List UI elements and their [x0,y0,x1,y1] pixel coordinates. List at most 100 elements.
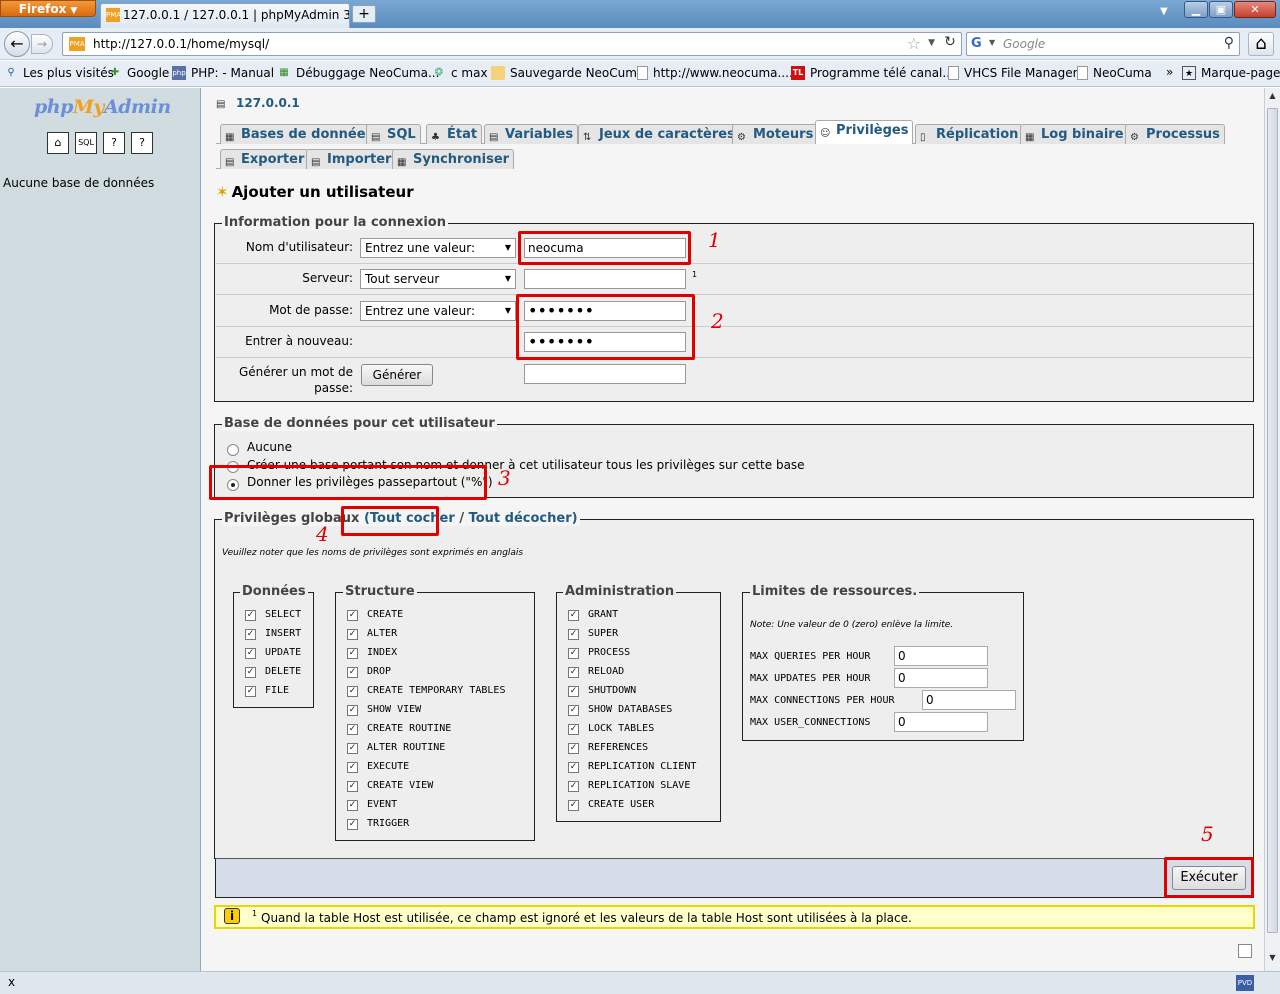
bookmarks-menu[interactable]: ★ Marque-pages [1182,66,1280,80]
bookmark-label: Google [127,66,170,80]
tab-export[interactable]: ▤ Exporter [220,149,310,169]
privilege-checkbox[interactable]: ✓ [347,781,358,792]
bookmark-item[interactable]: ▦ Débuggage NeoCuma... [277,66,439,80]
tab-replication[interactable]: ▯ Réplication [915,124,1024,144]
documentation-icon[interactable]: ? [131,132,153,154]
tab-databases[interactable]: ▦ Bases de données [220,124,379,144]
limits-note: Note: Une valeur de 0 (zero) enlève la l… [750,620,954,630]
privilege-checkbox[interactable]: ✓ [245,648,256,659]
bookmark-item[interactable]: ❂ c max [432,66,488,80]
max-queries-input[interactable]: 0 [894,646,988,666]
server-input[interactable] [524,269,686,289]
privilege-checkbox[interactable]: ✓ [347,686,358,697]
scrollbar-thumb[interactable] [1267,108,1278,933]
privilege-checkbox[interactable]: ✓ [347,610,358,621]
privilege-checkbox[interactable]: ✓ [245,629,256,640]
tab-engines[interactable]: ⚙ Moteurs [732,124,819,144]
tab-privileges[interactable]: ☺ Privilèges [815,120,914,144]
privilege-checkbox[interactable]: ✓ [568,743,579,754]
server-breadcrumb[interactable]: ▤ 127.0.0.1 [216,96,300,111]
phpmyadmin-logo[interactable]: phpMyAdmin [34,96,171,118]
max-connections-input[interactable]: 0 [922,690,1016,710]
magnifier-icon[interactable]: ⚲ [1224,35,1234,51]
bookmark-item[interactable]: VHCS File Manager [948,66,1078,80]
tab-list-icon[interactable]: ▼ [1160,6,1168,17]
privilege-checkbox[interactable]: ✓ [347,743,358,754]
privilege-checkbox[interactable]: ✓ [568,629,579,640]
close-window-button[interactable]: ✕ [1234,1,1276,18]
maximize-button[interactable]: ▣ [1209,1,1233,18]
bookmark-item[interactable]: Sauvegarde NeoCuma [491,66,644,80]
privilege-checkbox[interactable]: ✓ [568,724,579,735]
separator: / [459,511,465,526]
privilege-checkbox[interactable]: ✓ [568,686,579,697]
bookmark-item[interactable]: ✚ Google [108,66,170,80]
tab-binlog[interactable]: ▦ Log binaire [1020,124,1129,144]
back-button[interactable]: ← [4,31,30,57]
privilege-checkbox[interactable]: ✓ [347,648,358,659]
new-tab-button[interactable]: + [352,5,376,23]
privilege-checkbox[interactable]: ✓ [347,667,358,678]
tab-sql[interactable]: ▤ SQL [366,124,421,144]
privilege-checkbox[interactable]: ✓ [347,629,358,640]
privilege-checkbox[interactable]: ✓ [347,762,358,773]
bookmark-item[interactable]: ⚲ Les plus visités [4,66,114,80]
password-type-select[interactable]: Entrez une valeur: ▼ [360,301,516,321]
sql-icon: ▤ [371,132,381,143]
bookmark-item[interactable]: php PHP: - Manual [172,66,274,80]
scroll-up-icon[interactable]: ▲ [1265,88,1280,104]
page-icon[interactable] [1238,944,1252,958]
privilege-checkbox[interactable]: ✓ [245,686,256,697]
tab-variables[interactable]: ▤ Variables [484,124,579,144]
max-updates-input[interactable]: 0 [894,668,988,688]
scroll-down-icon[interactable]: ▼ [1265,950,1280,966]
history-dropdown-icon[interactable]: ▼ [928,38,935,48]
tab-charsets[interactable]: ⇅ Jeux de caractères [578,124,740,144]
privilege-checkbox[interactable]: ✓ [245,667,256,678]
privilege-checkbox[interactable]: ✓ [347,724,358,735]
google-engine-icon[interactable]: G [971,36,987,52]
uncheck-all-link[interactable]: Tout décocher [469,511,572,526]
privilege-checkbox[interactable]: ✓ [568,648,579,659]
reload-icon[interactable]: ↻ [940,34,960,52]
browser-tab[interactable]: PMA 127.0.0.1 / 127.0.0.1 | phpMyAdmin 3.… [100,3,350,28]
addon-pvd-icon[interactable]: PVD [1236,975,1254,991]
vertical-scrollbar[interactable]: ▲ ▼ [1264,88,1280,971]
bookmark-item[interactable]: http://www.neocuma.... [637,66,793,80]
privilege-checkbox[interactable]: ✓ [568,762,579,773]
privilege-checkbox[interactable]: ✓ [347,819,358,830]
privilege-checkbox[interactable]: ✓ [568,800,579,811]
tab-import[interactable]: ▤ Importer [306,149,397,169]
privilege-checkbox[interactable]: ✓ [568,781,579,792]
firefox-menu-button[interactable]: Firefox ▼ [0,0,96,17]
tab-processes[interactable]: ⚙ Processus [1125,124,1225,144]
username-type-select[interactable]: Entrez une valeur: ▼ [360,238,516,258]
server-type-select[interactable]: Tout serveur ▼ [360,269,516,289]
bookmark-item[interactable]: TL Programme télé canal... [791,66,954,80]
home-icon[interactable]: ⌂ [47,132,69,154]
privilege-checkbox[interactable]: ✓ [347,800,358,811]
tab-synchronize[interactable]: ▦ Synchroniser [392,149,515,169]
address-bar[interactable]: PMA http://127.0.0.1/home/mysql/ ☆ ▼ [62,32,962,56]
forward-button[interactable]: → [31,34,53,54]
tab-status[interactable]: ♣ État [426,124,483,144]
bookmarks-overflow-icon[interactable]: » [1166,65,1173,79]
privilege-checkbox[interactable]: ✓ [245,610,256,621]
max-user-connections-input[interactable]: 0 [894,712,988,732]
bookmark-star-icon[interactable]: ☆ [907,34,921,53]
home-button[interactable]: ⌂ [1248,32,1274,56]
privilege-checkbox[interactable]: ✓ [568,610,579,621]
privilege-checkbox[interactable]: ✓ [568,667,579,678]
generate-button[interactable]: Générer [361,364,433,386]
radio-none[interactable] [227,444,239,456]
help-icon[interactable]: ? [103,132,125,154]
minimize-button[interactable]: ▁ [1184,1,1208,18]
bookmark-item[interactable]: NeoCuma [1077,66,1152,80]
sql-query-icon[interactable]: SQL [75,132,97,154]
generated-password-input[interactable] [524,364,686,384]
close-addon-bar-icon[interactable]: x [8,975,15,989]
privilege-checkbox[interactable]: ✓ [568,705,579,716]
search-bar[interactable]: G ▼ Google ⚲ [966,32,1240,56]
privilege-checkbox[interactable]: ✓ [347,705,358,716]
chevron-down-icon[interactable]: ▼ [989,38,995,47]
